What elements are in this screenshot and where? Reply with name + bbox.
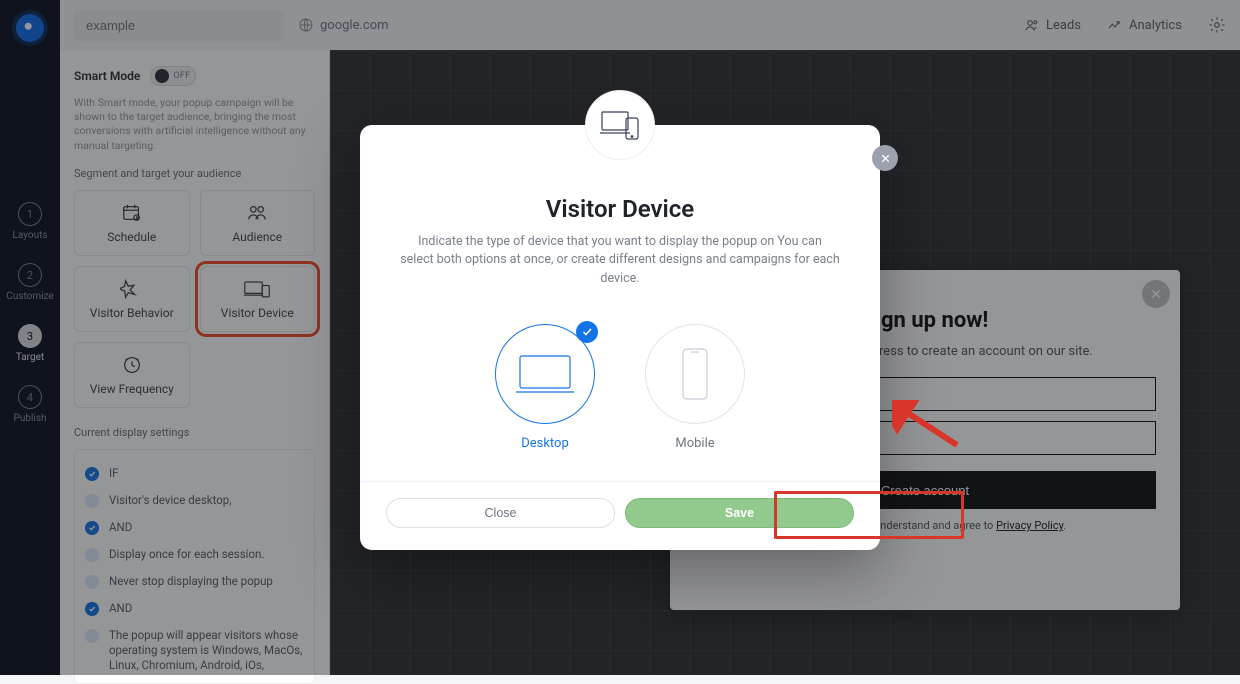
device-label-mobile: Mobile — [675, 436, 714, 451]
mobile-icon — [679, 347, 711, 401]
modal-description: Indicate the type of device that you wan… — [400, 233, 840, 287]
modal-title: Visitor Device — [386, 195, 854, 223]
visitor-device-modal: Visitor Device Indicate the type of devi… — [360, 125, 880, 549]
modal-header-icon — [585, 90, 655, 160]
devices-icon — [600, 107, 640, 143]
device-option-mobile[interactable]: Mobile — [645, 324, 745, 451]
modal-close-button[interactable] — [872, 145, 898, 171]
check-icon — [576, 321, 598, 343]
modal-close-btn[interactable]: Close — [386, 498, 615, 528]
close-icon — [880, 153, 891, 164]
modal-overlay: Visitor Device Indicate the type of devi… — [0, 0, 1240, 675]
device-option-desktop[interactable]: Desktop — [495, 324, 595, 451]
device-label-desktop: Desktop — [521, 436, 569, 451]
desktop-icon — [514, 352, 576, 396]
modal-save-btn[interactable]: Save — [625, 498, 854, 528]
